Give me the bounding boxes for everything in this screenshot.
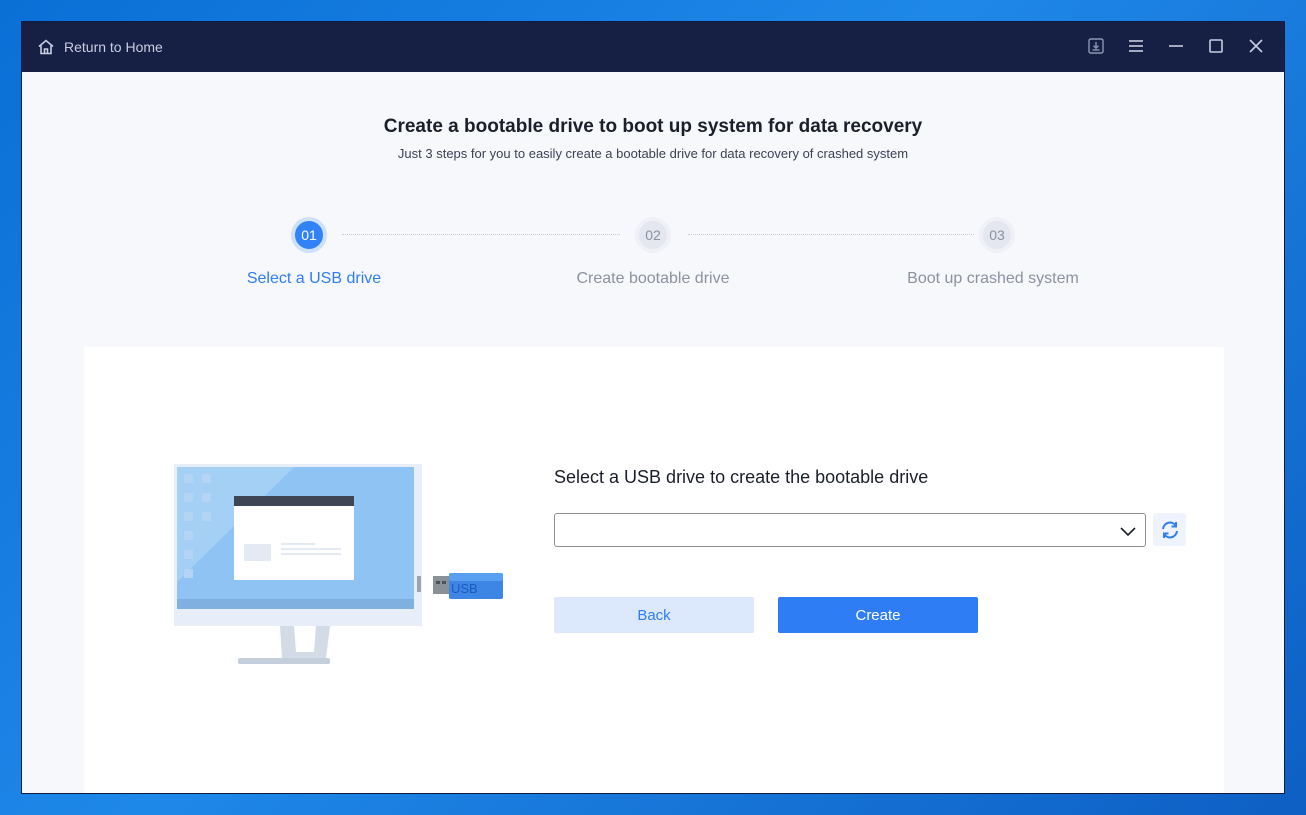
menu-icon bbox=[1129, 40, 1143, 52]
page-title: Create a bootable drive to boot up syste… bbox=[383, 116, 923, 137]
back-button[interactable]: Back bbox=[554, 597, 754, 633]
refresh-icon bbox=[1161, 521, 1178, 538]
return-home-label: Return to Home bbox=[64, 39, 163, 55]
page-subtitle: Just 3 steps for you to easily create a … bbox=[397, 146, 909, 161]
download-icon bbox=[1088, 38, 1104, 54]
step-1-label: Select a USB drive bbox=[246, 270, 382, 287]
step-3-indicator: 03 bbox=[979, 217, 1015, 253]
minimize-icon bbox=[1169, 45, 1183, 47]
download-button[interactable] bbox=[1086, 36, 1106, 56]
usb-drive-select[interactable] bbox=[554, 513, 1146, 547]
computer-usb-illustration: USB bbox=[174, 464, 503, 664]
create-button[interactable]: Create bbox=[778, 597, 978, 633]
home-icon bbox=[38, 39, 54, 55]
content-card: USB Select a USB drive to create the boo… bbox=[84, 347, 1224, 793]
step-3-label: Boot up crashed system bbox=[907, 270, 1079, 287]
menu-button[interactable] bbox=[1126, 36, 1146, 56]
close-button[interactable] bbox=[1246, 36, 1266, 56]
step-connector-2 bbox=[688, 234, 974, 235]
app-window: Return to Home Create a bootable drive t… bbox=[21, 21, 1285, 794]
maximize-icon bbox=[1209, 39, 1223, 53]
step-2-indicator: 02 bbox=[635, 217, 671, 253]
maximize-button[interactable] bbox=[1206, 36, 1226, 56]
close-icon bbox=[1249, 39, 1263, 53]
step-1-indicator: 01 bbox=[291, 217, 327, 253]
minimize-button[interactable] bbox=[1166, 36, 1186, 56]
step-2-label: Create bootable drive bbox=[576, 270, 730, 287]
refresh-button[interactable] bbox=[1153, 513, 1186, 546]
chevron-down-icon bbox=[1120, 527, 1136, 537]
title-bar: Return to Home bbox=[22, 22, 1284, 72]
usb-stick-label: USB bbox=[451, 581, 478, 596]
form-title: Select a USB drive to create the bootabl… bbox=[554, 467, 929, 487]
return-home-button[interactable]: Return to Home bbox=[36, 36, 163, 58]
step-connector-1 bbox=[342, 234, 620, 235]
